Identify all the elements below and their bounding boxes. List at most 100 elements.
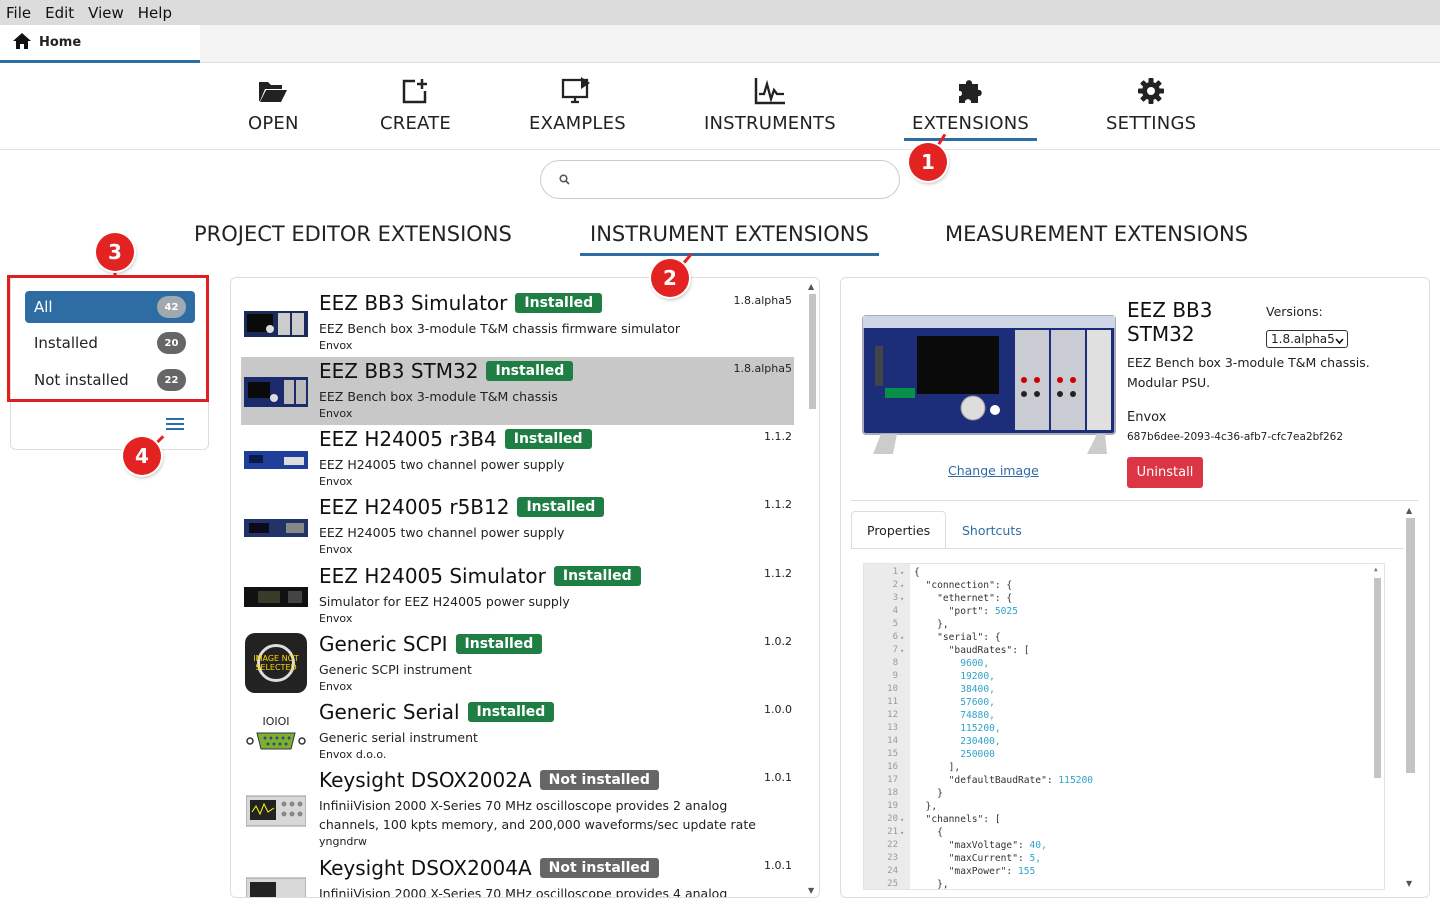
- tab-home[interactable]: Home: [0, 25, 200, 63]
- scroll-thumb[interactable]: [1374, 578, 1381, 778]
- menu-help[interactable]: Help: [138, 4, 172, 22]
- nav-extensions[interactable]: EXTENSIONS: [904, 74, 1038, 141]
- list-item[interactable]: EEZ H24005 Simulator Installed Simulator …: [241, 562, 794, 630]
- status-badge: Installed: [553, 566, 641, 586]
- scroll-up-icon[interactable]: ▲: [1374, 566, 1378, 573]
- code-text: {: [914, 567, 920, 578]
- nav-instruments[interactable]: INSTRUMENTS: [704, 74, 836, 134]
- code-number: 230400,: [960, 736, 1001, 747]
- extension-description: InfiniiVision 2000 X-Series 70 MHz oscil…: [319, 798, 756, 832]
- properties-json-editor[interactable]: 1 ▾ 2 ▾ 3 ▾ 4 5 6 ▾ 7 ▾ 8 9 10 11 12 13 14 15 16 17 18 19 20 ▾ 21 ▾…: [863, 563, 1385, 890]
- extension-description: EEZ Bench box 3-module T&M chassis: [319, 389, 558, 404]
- scroll-thumb[interactable]: [1406, 518, 1415, 773]
- fold-arrow-icon[interactable]: ▾: [900, 647, 904, 655]
- list-item[interactable]: EEZ BB3 Simulator Installed EEZ Bench box…: [241, 289, 794, 357]
- code-line: "maxPower": 155: [914, 866, 1036, 877]
- scroll-thumb[interactable]: [809, 294, 816, 409]
- extension-description: Simulator for EEZ H24005 power supply: [319, 594, 570, 609]
- extension-version: 1.0.1: [764, 859, 792, 872]
- tab-properties[interactable]: Properties: [851, 511, 947, 549]
- line-number: 21: [887, 827, 898, 837]
- code-number: 74880,: [960, 710, 995, 721]
- nav-settings[interactable]: SETTINGS: [1106, 74, 1196, 134]
- line-number: 22: [887, 840, 898, 850]
- code-line: 19200,: [914, 671, 995, 682]
- list-item[interactable]: Keysight DSOX2002A Not installed InfiniiV…: [241, 766, 794, 854]
- list-item[interactable]: Keysight DSOX2004A Not installed InfiniiV…: [241, 854, 794, 897]
- fold-arrow-icon[interactable]: ▾: [900, 829, 904, 837]
- fold-arrow-icon[interactable]: ▾: [900, 816, 904, 824]
- code-text: "channels": [: [914, 814, 1001, 825]
- fold-arrow-icon[interactable]: ▾: [900, 569, 904, 577]
- scroll-up-icon[interactable]: ▲: [1406, 506, 1412, 515]
- line-number: 13: [887, 723, 898, 733]
- code-number: 9600,: [960, 658, 990, 669]
- list-item[interactable]: IOIOI Generic Serial Installed Generic se…: [241, 698, 794, 766]
- scroll-up-icon[interactable]: ▲: [808, 282, 814, 291]
- extension-description: Generic SCPI instrument: [319, 662, 472, 677]
- nav-examples-label: EXAMPLES: [529, 113, 626, 134]
- tab-home-label: Home: [39, 35, 82, 50]
- line-number: 18: [887, 788, 898, 798]
- line-number: 6: [892, 632, 898, 642]
- fold-arrow-icon[interactable]: ▾: [900, 634, 904, 642]
- thumbnail-placeholder-text: IMAGE NOT SELECTED: [253, 654, 299, 672]
- version-select[interactable]: 1.8.alpha5: [1266, 330, 1348, 348]
- extension-name-row: Generic Serial Installed: [319, 700, 555, 724]
- line-number: 10: [887, 684, 898, 694]
- detail-scrollbar[interactable]: ▲ ▼: [1404, 506, 1416, 891]
- status-badge: Installed: [467, 702, 555, 722]
- uninstall-button[interactable]: Uninstall: [1127, 457, 1203, 488]
- tab-project-editor-extensions[interactable]: PROJECT EDITOR EXTENSIONS: [194, 222, 512, 256]
- code-line: },: [914, 619, 949, 630]
- fold-arrow-icon[interactable]: ▾: [900, 595, 904, 603]
- menu-edit[interactable]: Edit: [45, 4, 74, 22]
- code-text: "port":: [914, 606, 995, 617]
- scroll-down-icon[interactable]: ▼: [808, 886, 814, 895]
- code-text: "maxCurrent":: [914, 853, 1030, 864]
- extension-version: 1.8.alpha5: [733, 362, 792, 375]
- line-number: 23: [887, 853, 898, 863]
- list-item[interactable]: EEZ H24005 r3B4 Installed EEZ H24005 two …: [241, 425, 794, 493]
- line-number: 5: [892, 619, 898, 629]
- extension-name: EEZ BB3 STM32: [319, 359, 479, 383]
- code-number: 40,: [1029, 840, 1047, 851]
- extension-version: 1.1.2: [764, 498, 792, 511]
- code-number: 5025: [994, 606, 1018, 617]
- code-line: 230400,: [914, 736, 1001, 747]
- scroll-down-icon[interactable]: ▼: [1406, 879, 1412, 888]
- code-text: "ethernet": {: [914, 593, 1013, 604]
- tab-measurement-extensions[interactable]: MEASUREMENT EXTENSIONS: [945, 222, 1248, 256]
- list-scrollbar[interactable]: ▲ ▼: [806, 280, 818, 897]
- fold-arrow-icon[interactable]: ▾: [900, 582, 904, 590]
- extension-version: 1.0.0: [764, 703, 792, 716]
- tab-shortcuts[interactable]: Shortcuts: [947, 511, 1037, 549]
- menu-file[interactable]: File: [6, 4, 31, 22]
- list-item[interactable]: EEZ BB3 STM32 Installed EEZ Bench box 3-m…: [241, 357, 794, 425]
- nav-open[interactable]: OPEN: [248, 74, 299, 134]
- status-badge: Installed: [517, 497, 605, 517]
- code-text: "maxVoltage":: [914, 840, 1030, 851]
- status-badge: Not installed: [539, 858, 659, 878]
- home-icon: [12, 32, 39, 54]
- puzzle-icon: [956, 74, 986, 108]
- list-item[interactable]: EEZ H24005 r5B12 Installed EEZ H24005 two…: [241, 493, 794, 561]
- search-input[interactable]: [540, 160, 900, 199]
- code-line: "serial": {: [914, 632, 1001, 643]
- line-number: 8: [892, 658, 898, 668]
- extension-description: EEZ Bench box 3-module T&M chassis firmw…: [319, 321, 681, 336]
- hamburger-icon[interactable]: [165, 416, 185, 436]
- list-item[interactable]: IMAGE NOT SELECTED Generic SCPI Installed…: [241, 630, 794, 698]
- nav-open-label: OPEN: [248, 113, 299, 134]
- extension-version: 1.0.2: [764, 635, 792, 648]
- editor-scrollbar[interactable]: ▲: [1371, 564, 1384, 889]
- search-icon: [559, 170, 570, 189]
- change-image-link[interactable]: Change image: [948, 463, 1039, 478]
- tab-instrument-extensions[interactable]: INSTRUMENT EXTENSIONS: [580, 222, 879, 256]
- extension-name: EEZ H24005 r5B12: [319, 495, 510, 519]
- menu-view[interactable]: View: [88, 4, 124, 22]
- nav-examples[interactable]: EXAMPLES: [529, 74, 626, 134]
- nav-create[interactable]: CREATE: [380, 74, 451, 134]
- code-line: 57600,: [914, 697, 995, 708]
